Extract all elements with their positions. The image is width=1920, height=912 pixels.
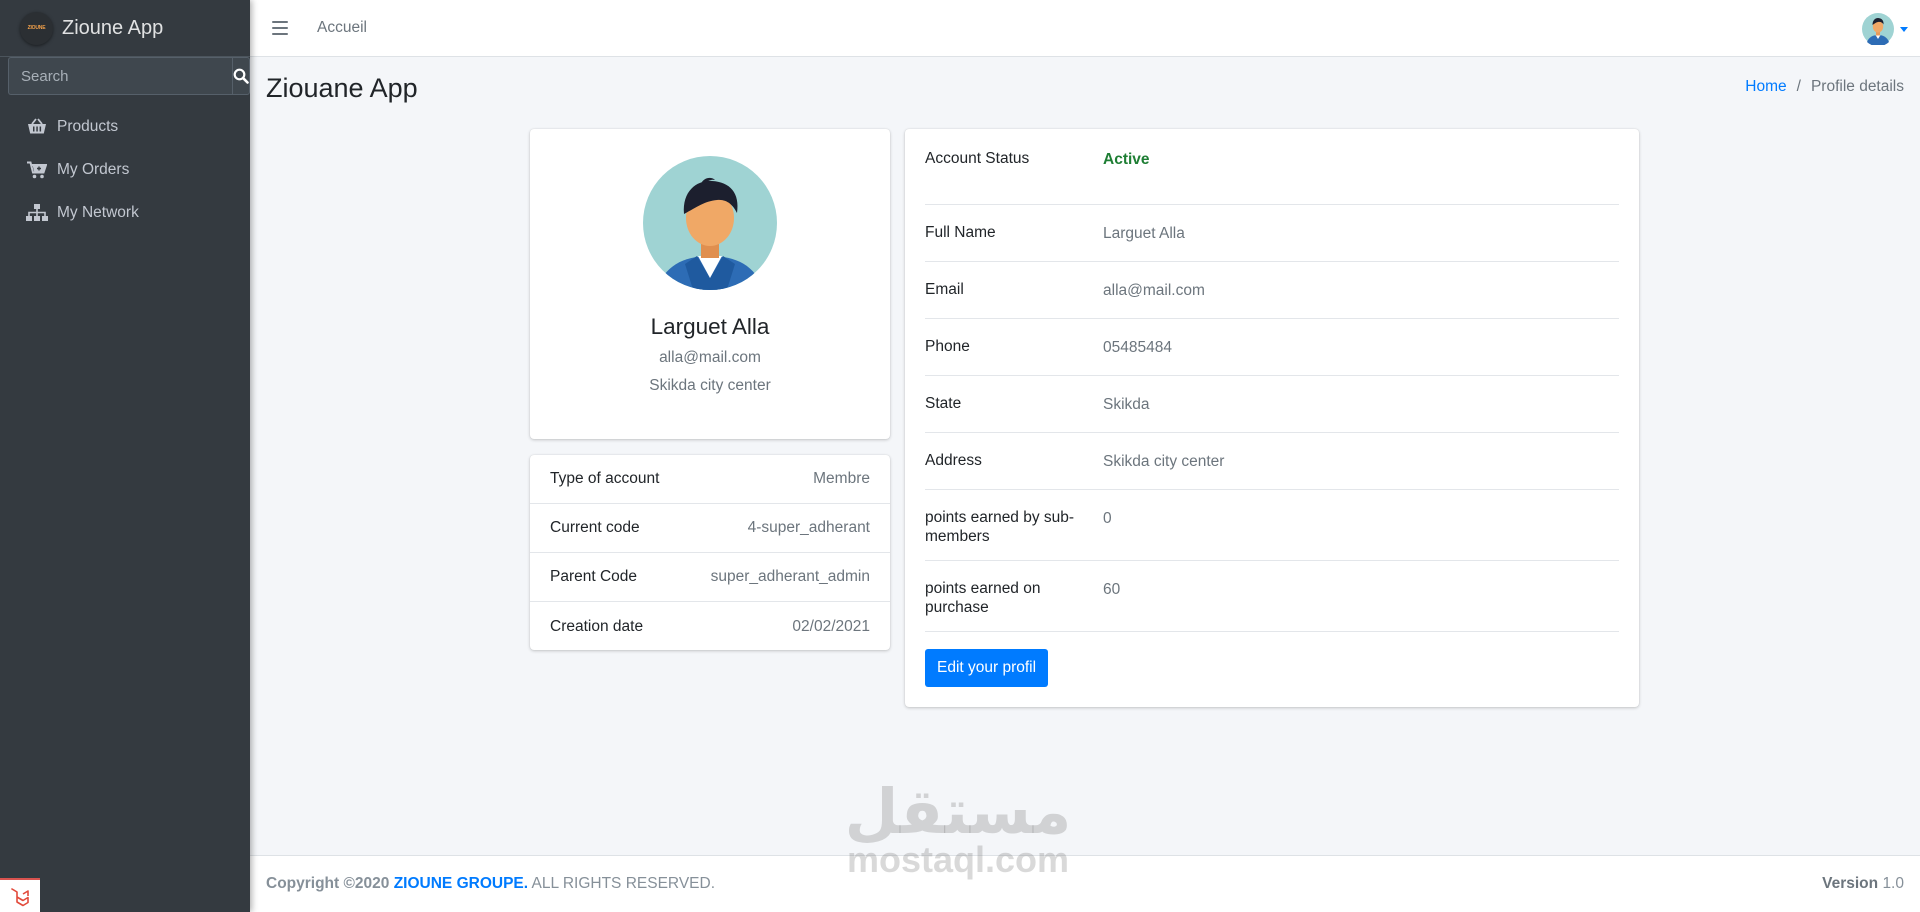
search-button[interactable] xyxy=(232,57,250,95)
info-value: Membre xyxy=(813,470,870,487)
detail-value: 05485484 xyxy=(1103,339,1172,356)
status-badge: Active xyxy=(1103,151,1150,168)
brand-logo: ZIOUNE xyxy=(20,11,53,45)
info-value: 02/02/2021 xyxy=(792,617,870,635)
sidebar-item-my-network[interactable]: My Network xyxy=(0,191,250,234)
breadcrumb: Home / Profile details xyxy=(1745,78,1904,96)
list-item: Current code 4-super_adherant xyxy=(530,504,890,553)
detail-key: points earned on purchase xyxy=(925,580,1041,616)
main-sidebar: ZIOUNE Zioune App Products My Orders My … xyxy=(0,0,250,912)
profile-card: Larguet Alla alla@mail.com Skikda city c… xyxy=(530,129,890,439)
table-row: Full Name Larguet Alla xyxy=(925,205,1619,262)
table-row: Phone 05485484 xyxy=(925,319,1619,376)
detail-key: Phone xyxy=(925,338,970,355)
detail-key: Account Status xyxy=(925,150,1030,167)
table-row: State Skikda xyxy=(925,376,1619,433)
edit-profile-button[interactable]: Edit your profil xyxy=(925,649,1049,687)
sitemap-icon xyxy=(26,203,48,222)
page-title: Ziouane App xyxy=(266,73,418,103)
detail-key: Email xyxy=(925,281,964,298)
table-row: points earned on purchase 60 xyxy=(925,561,1619,632)
list-item: Parent Code super_adherant_admin xyxy=(530,553,890,602)
breadcrumb-home-link[interactable]: Home xyxy=(1745,78,1786,96)
sidebar-item-my-orders[interactable]: My Orders xyxy=(0,148,250,191)
watermark-arabic: مستقل xyxy=(844,775,1072,848)
cart-icon xyxy=(26,161,48,179)
info-key: Creation date xyxy=(550,617,644,635)
search-icon xyxy=(233,68,249,84)
rights-text: ALL RIGHTS RESERVED. xyxy=(531,875,716,892)
top-navbar: Accueil xyxy=(250,0,1920,57)
chevron-down-icon xyxy=(1900,26,1908,32)
sidebar-item-label: My Network xyxy=(57,203,139,221)
copyright-text: Copyright ©2020 xyxy=(266,875,390,892)
sidebar-item-label: Products xyxy=(57,117,119,135)
info-key: Current code xyxy=(550,519,640,536)
main-footer: Copyright ©2020 ZIOUNE GROUPE. ALL RIGHT… xyxy=(250,855,1920,912)
user-avatar-icon xyxy=(1862,13,1894,45)
breadcrumb-separator: / xyxy=(1796,78,1801,95)
basket-icon xyxy=(26,118,48,136)
detail-key: State xyxy=(925,395,962,412)
detail-key: Full Name xyxy=(925,224,996,241)
version-value: 1.0 xyxy=(1882,875,1904,892)
brand-link[interactable]: ZIOUNE Zioune App xyxy=(0,0,250,57)
detail-key: points earned by sub-members xyxy=(925,509,1075,545)
profile-email: alla@mail.com xyxy=(659,349,761,366)
sidebar-search xyxy=(8,57,250,95)
detail-value: alla@mail.com xyxy=(1103,282,1205,299)
nav-link-accueil[interactable]: Accueil xyxy=(317,19,367,37)
detail-value: Larguet Alla xyxy=(1103,225,1185,242)
footer-copyright: Copyright ©2020 ZIOUNE GROUPE. ALL RIGHT… xyxy=(266,875,715,893)
search-input[interactable] xyxy=(8,57,232,95)
user-menu[interactable] xyxy=(1862,13,1908,45)
list-item: Creation date 02/02/2021 xyxy=(530,602,890,651)
info-value: super_adherant_admin xyxy=(710,568,870,585)
info-value: 4-super_adherant xyxy=(747,519,870,536)
profile-name: Larguet Alla xyxy=(650,314,770,339)
brand-name: Zioune App xyxy=(62,16,164,39)
laravel-icon[interactable] xyxy=(0,878,40,912)
profile-details-card: Account Status Active Full Name Larguet … xyxy=(905,129,1639,707)
footer-version: Version 1.0 xyxy=(1822,875,1904,893)
sidebar-nav: Products My Orders My Network xyxy=(0,105,250,234)
sidebar-item-label: My Orders xyxy=(57,160,130,178)
table-row: Email alla@mail.com xyxy=(925,262,1619,319)
list-item: Type of account Membre xyxy=(530,455,890,504)
detail-value: 60 xyxy=(1103,581,1121,598)
sidebar-item-products[interactable]: Products xyxy=(0,105,250,148)
account-info-card: Type of account Membre Current code 4-su… xyxy=(530,455,890,650)
menu-toggle-icon[interactable] xyxy=(272,21,288,35)
info-key: Parent Code xyxy=(550,568,638,585)
detail-value: Skikda city center xyxy=(1103,453,1225,470)
breadcrumb-current: Profile details xyxy=(1810,78,1904,95)
table-row: Address Skikda city center xyxy=(925,433,1619,490)
profile-address: Skikda city center xyxy=(649,377,771,394)
company-link[interactable]: ZIOUNE GROUPE. xyxy=(394,875,528,892)
table-row: points earned by sub-members 0 xyxy=(925,490,1619,561)
detail-value: 0 xyxy=(1103,510,1112,527)
detail-value: Skikda xyxy=(1103,396,1150,413)
version-label: Version xyxy=(1822,875,1879,892)
detail-key: Address xyxy=(925,452,982,469)
detail-row-status: Account Status Active xyxy=(925,129,1619,205)
profile-avatar-icon xyxy=(643,156,777,290)
info-key: Type of account xyxy=(550,470,660,487)
